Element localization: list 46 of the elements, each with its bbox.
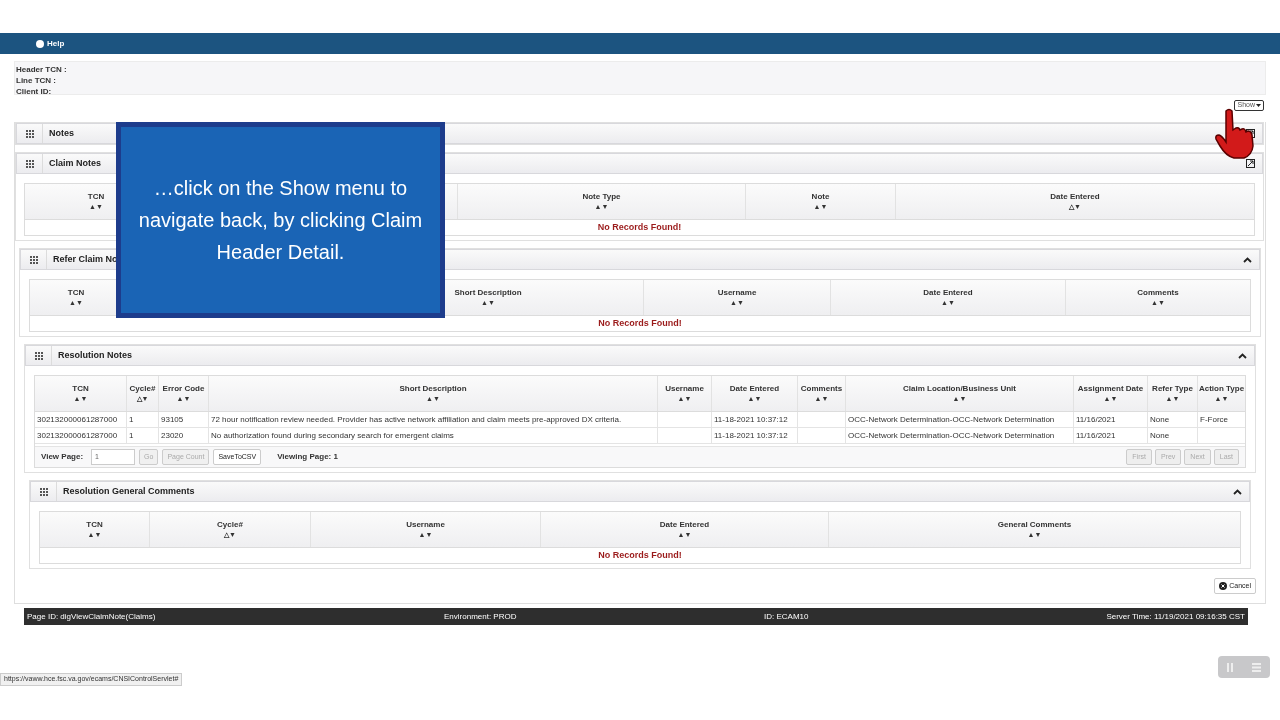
grid-icon — [25, 159, 34, 168]
panel-title: Notes — [49, 126, 74, 140]
table-cell: 11-18-2021 10:37:12 — [714, 429, 788, 442]
viewing-page-text: Viewing Page: 1 — [277, 451, 338, 463]
empty-message: No Records Found! — [597, 220, 682, 234]
info-label: Client ID: — [16, 86, 53, 97]
caret-icon — [1256, 103, 1261, 107]
table-cell: OCC-Network Determination-OCC-Network Determination — [848, 429, 1055, 442]
table-cell: 1 — [129, 413, 134, 426]
table-cell: 11-18-2021 10:37:12 — [714, 413, 788, 426]
grid-icon — [29, 255, 38, 264]
panel-title: Claim Notes — [49, 156, 101, 170]
empty-message: No Records Found! — [598, 548, 682, 562]
grid-icon — [25, 129, 34, 138]
info-label: Header TCN : — [16, 64, 68, 75]
table-cell: 11/16/2021 — [1076, 429, 1116, 442]
close-icon — [1219, 582, 1228, 590]
info-label: Line TCN : — [16, 75, 57, 86]
chevron-up-icon[interactable] — [1238, 352, 1247, 359]
table-cell: 302132000061287000 — [37, 413, 118, 426]
table-cell: 11/16/2021 — [1076, 413, 1116, 426]
page-id-text: Page ID: digViewClaimNote(Claims) — [27, 610, 157, 623]
panel-title: Resolution General Comments — [63, 484, 195, 498]
callout-text: …click on the Show menu to navigate back, by clicking Claim Header Detail. — [137, 176, 424, 265]
grid-icon — [39, 487, 48, 496]
chevron-up-icon[interactable] — [1243, 256, 1252, 263]
chevron-up-icon[interactable] — [1233, 488, 1242, 495]
expand-icon[interactable] — [1246, 159, 1255, 168]
help-link[interactable]: Help — [47, 37, 65, 50]
table-cell: 23020 — [161, 429, 184, 442]
grid-icon — [34, 351, 43, 360]
server-time-text: Server Time: 11/19/2021 09:16:35 CST — [1106, 610, 1245, 623]
panel-title: Resolution Notes — [58, 348, 132, 362]
view-page-label: View Page: — [41, 451, 84, 463]
id-text: ID: ECAM10 — [764, 610, 809, 623]
table-cell: 72 hour notification review needed. Provider has active network affiliation and claim meets pre-approved DX criteria. — [211, 413, 622, 426]
table-cell: No authorization found during secondary search for emergent claims — [211, 429, 454, 442]
table-cell: None — [1150, 413, 1170, 426]
empty-message: No Records Found! — [598, 316, 682, 330]
table-cell: 1 — [129, 429, 134, 442]
table-cell: OCC-Network Determination-OCC-Network Determination — [848, 413, 1055, 426]
table-cell: F-Force — [1200, 413, 1228, 426]
environment-text: Environment: PROD — [444, 610, 518, 623]
table-cell: 302132000061287000 — [37, 429, 118, 442]
table-cell: None — [1150, 429, 1170, 442]
table-cell: 93105 — [161, 413, 184, 426]
